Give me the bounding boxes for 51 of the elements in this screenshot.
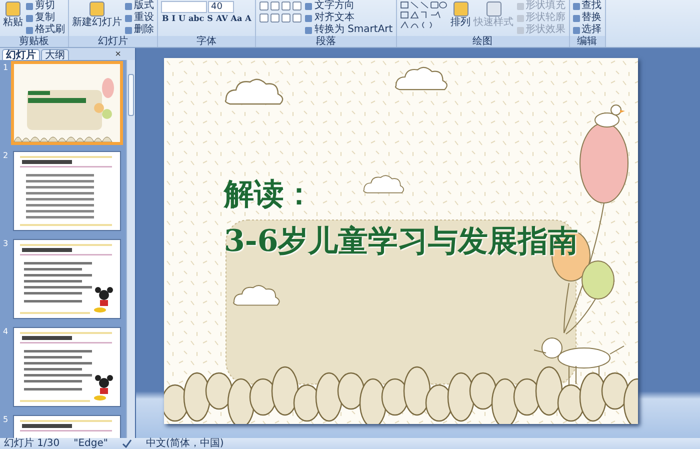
ribbon-small-button[interactable]: 选择: [572, 24, 602, 36]
slide-title: 解读：: [224, 176, 314, 214]
button-icon: [4, 1, 22, 17]
ribbon-group-label: 编辑: [570, 36, 605, 47]
ribbon-small-button[interactable]: 版式: [125, 0, 154, 12]
panel-tab[interactable]: 幻灯片: [2, 48, 40, 60]
ribbon-large-button[interactable]: 粘贴: [3, 0, 23, 28]
panel-tab[interactable]: 大纲: [41, 48, 69, 60]
slide-count: 幻灯片 1/30: [4, 438, 60, 449]
cloud-drawing: [233, 285, 280, 306]
ribbon-large-button[interactable]: 排列: [450, 0, 471, 28]
ribbon-group-label: 段落: [256, 36, 396, 47]
format-button[interactable]: AV: [214, 12, 229, 24]
slide-number: 5: [3, 415, 10, 426]
slide-number: 1: [3, 63, 10, 74]
ribbon-small-button[interactable]: 格式刷: [26, 24, 65, 36]
ribbon-small-button[interactable]: 复制: [26, 12, 65, 24]
ribbon-group-label: 剪贴板: [0, 36, 68, 47]
font-name-field[interactable]: [161, 0, 207, 12]
format-button[interactable]: S: [206, 12, 214, 24]
button-icon: [452, 1, 470, 17]
format-button[interactable]: I: [170, 12, 177, 24]
slide-number: 4: [3, 327, 10, 338]
theme-name: "Edge": [74, 438, 108, 449]
scrollbar[interactable]: [126, 60, 135, 438]
ribbon-group-label: 字体: [158, 36, 256, 47]
font-size-field[interactable]: 40: [208, 0, 234, 12]
ribbon-small-button[interactable]: 删除: [125, 24, 154, 36]
ribbon-small-button[interactable]: 替换: [572, 12, 602, 24]
button-icon: [88, 1, 106, 17]
slide-title: 3-6岁儿童学习与发展指南: [224, 223, 578, 261]
slide-number: 2: [3, 151, 10, 162]
format-button[interactable]: A: [244, 12, 252, 24]
ribbon-group-label: 幻灯片: [69, 36, 157, 47]
ribbon-small-button[interactable]: 对齐文本: [305, 12, 393, 24]
format-button[interactable]: U: [178, 12, 186, 24]
slide-number: 3: [3, 239, 10, 250]
format-button[interactable]: Aa: [230, 12, 244, 24]
format-button[interactable]: abc: [188, 12, 206, 24]
ribbon-large-button[interactable]: 新建幻灯片: [72, 0, 122, 28]
button-icon: [484, 1, 503, 17]
cloud-drawing: [224, 78, 284, 105]
ribbon-small-button[interactable]: 重设: [125, 12, 154, 24]
ribbon-small-button[interactable]: 查找: [572, 0, 602, 12]
spellcheck-icon[interactable]: [122, 439, 132, 449]
ribbon-group-label: 绘图: [396, 36, 569, 47]
cloud-drawing: [363, 175, 404, 194]
cloud-drawing: [395, 66, 448, 90]
format-button[interactable]: B: [161, 12, 170, 24]
ribbon-small-button[interactable]: 转换为 SmartArt: [305, 24, 393, 36]
language-status[interactable]: 中文(简体，中国): [146, 438, 224, 449]
